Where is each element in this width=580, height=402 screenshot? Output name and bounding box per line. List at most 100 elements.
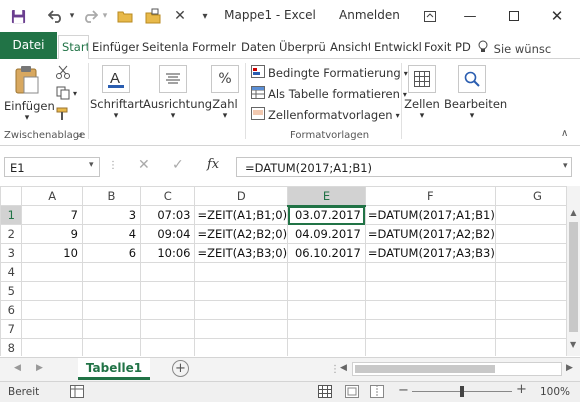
cell[interactable] [81,262,142,282]
cell[interactable] [287,262,366,282]
close-window-icon[interactable]: ✕ [537,2,577,30]
maximize-icon[interactable] [494,2,534,30]
row-header[interactable]: 4 [0,262,23,282]
insert-function-icon[interactable]: fx [207,157,219,172]
cell-b2[interactable]: 4 [81,224,142,244]
cell-styles-button[interactable]: Zellenformatvorlagen ▾ [251,107,400,123]
vertical-scroll-thumb[interactable] [569,222,578,332]
split-handle-icon[interactable]: ⋮ [330,364,340,375]
cell[interactable] [194,319,289,339]
cell-c3[interactable]: 10:06 [140,243,196,263]
ribbon-display-options-icon[interactable] [410,2,450,30]
row-header[interactable]: 8 [0,338,23,356]
cancel-entry-icon[interactable]: ✕ [138,157,150,173]
tab-formeln[interactable]: Formeln [192,36,236,59]
column-header-d[interactable]: D [194,186,289,206]
macro-record-icon[interactable] [70,385,84,401]
copy-icon[interactable]: ▾ [56,86,77,100]
scroll-down-icon[interactable]: ▼ [570,340,576,349]
format-as-table-button[interactable]: Als Tabelle formatieren ▾ [251,86,407,102]
sheet-tab-tabelle1[interactable]: Tabelle1 [78,358,150,380]
new-sheet-icon[interactable]: + [172,360,189,377]
cell[interactable] [21,338,83,356]
cell[interactable] [140,300,196,320]
cell-b1[interactable]: 3 [81,205,142,225]
cell-d2[interactable]: =ZEIT(A2;B2;0) [194,224,289,244]
column-header-a[interactable]: A [21,186,83,206]
cells-button[interactable]: Zellen ▾ [404,65,440,121]
clipboard-launcher-icon[interactable]: ⊿ [76,130,83,139]
cut-icon[interactable] [56,65,70,79]
row-header[interactable]: 2 [0,224,23,244]
cell[interactable] [287,300,366,320]
cell[interactable] [364,281,496,301]
cell-a1[interactable]: 7 [21,205,83,225]
cell-e1[interactable]: 03.07.2017 [287,205,366,225]
vertical-scrollbar[interactable]: ▲ ▼ [566,186,580,356]
cell[interactable] [140,319,196,339]
tell-me-box[interactable]: Sie wünsc [478,36,578,59]
cell[interactable] [364,319,496,339]
cell-e3[interactable]: 06.10.2017 [287,243,366,263]
cell-f2[interactable]: =DATUM(2017;A2;B2) [364,224,496,244]
tab-seitenlayout[interactable]: Seitenlay [142,36,189,59]
cell[interactable] [140,281,196,301]
cell[interactable] [287,281,366,301]
editing-button[interactable]: Bearbeiten ▾ [444,65,507,121]
sign-in-link[interactable]: Anmelden [339,8,400,22]
collapse-ribbon-icon[interactable]: ∧ [561,128,568,139]
save-icon[interactable] [8,6,28,26]
cell-a3[interactable]: 10 [21,243,83,263]
redo-icon[interactable] [80,6,100,26]
row-header[interactable]: 1 [0,205,23,225]
number-format-button[interactable]: % Zahl ▾ [206,65,244,121]
cell-c1[interactable]: 07:03 [140,205,196,225]
cell[interactable] [364,262,496,282]
tab-ueberpruefen[interactable]: Überprül [279,36,326,59]
name-box-dropdown-icon[interactable]: ▾ [89,160,94,170]
redo-dropdown-icon[interactable]: ▾ [100,6,110,26]
cell[interactable] [194,300,289,320]
cell-f1[interactable]: =DATUM(2017;A1;B1) [364,205,496,225]
cell-a2[interactable]: 9 [21,224,83,244]
column-header-b[interactable]: B [81,186,142,206]
alignment-button[interactable]: Ausrichtung ▾ [143,65,212,121]
horizontal-scroll-thumb[interactable] [355,365,495,373]
cell[interactable] [21,262,83,282]
horizontal-scrollbar[interactable] [352,362,562,376]
cell[interactable] [287,319,366,339]
cell[interactable] [140,262,196,282]
tab-entwicklertools[interactable]: Entwickl [374,36,421,59]
tab-daten[interactable]: Daten [241,36,275,59]
paste-dropdown-icon[interactable]: ▾ [4,113,50,123]
zoom-out-icon[interactable]: − [398,383,409,398]
cell[interactable] [21,319,83,339]
page-layout-view-icon[interactable] [345,385,359,401]
column-header-f[interactable]: F [364,186,496,206]
open-file-icon[interactable] [143,6,163,26]
cell[interactable] [194,281,289,301]
open-folder-icon[interactable] [115,6,135,26]
name-box[interactable]: E1 [4,157,100,177]
font-button[interactable]: A Schriftart ▾ [90,65,143,121]
next-sheet-icon[interactable]: ▶ [36,363,43,373]
tab-start[interactable]: Start [58,35,89,60]
paste-button[interactable]: Einfügen ▾ [4,65,55,123]
expand-formula-bar-icon[interactable]: ▾ [563,161,568,171]
cell[interactable] [81,338,142,356]
undo-dropdown-icon[interactable]: ▾ [67,6,77,26]
cell-d1[interactable]: =ZEIT(A1;B1;0) [194,205,289,225]
cell[interactable] [287,338,366,356]
cell[interactable] [194,338,289,356]
column-header-e[interactable]: E [287,186,366,207]
cell[interactable] [364,338,496,356]
scroll-left-icon[interactable]: ◀ [340,363,347,373]
tab-datei[interactable]: Datei [0,32,57,59]
zoom-level[interactable]: 100% [540,386,570,398]
zoom-slider-thumb[interactable] [460,386,464,397]
cell[interactable] [21,300,83,320]
minimize-icon[interactable]: — [450,2,490,30]
cell[interactable] [81,319,142,339]
row-header[interactable]: 6 [0,300,23,320]
cell-c2[interactable]: 09:04 [140,224,196,244]
